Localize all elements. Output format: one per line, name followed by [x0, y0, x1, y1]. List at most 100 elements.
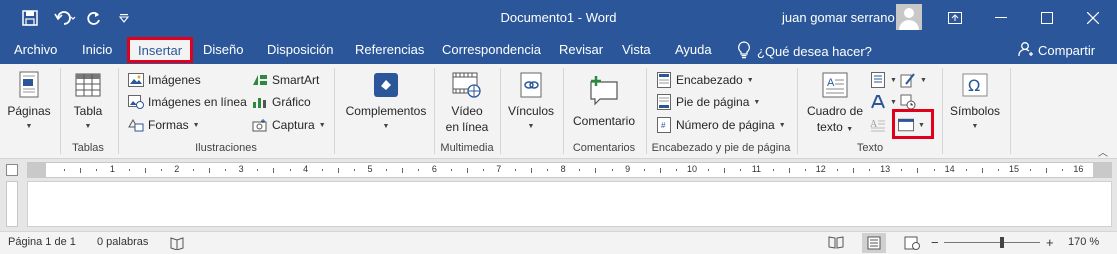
ruler-tick [128, 169, 130, 171]
word-count[interactable]: 0 palabras [97, 236, 148, 248]
video-en-linea-button[interactable]: Vídeo en línea [440, 69, 494, 135]
captura-button[interactable]: Captura ▼ [252, 115, 326, 135]
tab-diseno[interactable]: Diseño [203, 42, 243, 57]
captura-label: Captura [272, 118, 315, 132]
ruler-number: 8 [560, 164, 566, 174]
tab-archivo[interactable]: Archivo [14, 42, 57, 57]
ruler-tick [965, 169, 967, 171]
grafico-button[interactable]: Gráfico [252, 92, 311, 112]
group-separator [500, 68, 501, 154]
video-label-line1: Vídeo [451, 104, 483, 118]
horizontal-ruler[interactable]: 1 2 3 4 5 6 7 8 9 10 11 12 13 14 15 16 [27, 162, 1112, 178]
read-mode-icon[interactable] [828, 236, 844, 252]
document-page[interactable] [27, 181, 1112, 227]
encabezado-button[interactable]: Encabezado ▼ [656, 70, 754, 90]
ruler-tick [788, 167, 790, 173]
collapse-ribbon-icon[interactable]: ︿ [1098, 144, 1108, 159]
screenshot-icon [252, 117, 268, 133]
window-title: Documento1 - Word [500, 10, 617, 25]
comment-icon [588, 69, 620, 111]
drop-cap-icon: A [870, 117, 886, 133]
svg-text:Ω: Ω [968, 76, 980, 95]
chevron-down-icon: ▼ [846, 126, 854, 133]
signature-line-icon [900, 72, 916, 88]
group-label-comentarios: Comentarios [572, 142, 636, 154]
imagenes-en-linea-button[interactable]: Imágenes en línea [128, 92, 247, 112]
print-layout-icon[interactable] [862, 233, 886, 253]
formas-button[interactable]: Formas ▼ [128, 115, 200, 135]
ruler-tick [64, 169, 66, 171]
quick-parts-button[interactable]: ▼ [870, 70, 897, 90]
web-layout-icon[interactable] [904, 236, 920, 253]
comentario-button[interactable]: Comentario [568, 69, 640, 129]
complementos-label: Complementos [345, 104, 427, 118]
ruler-tick [96, 169, 98, 171]
pie-de-pagina-button[interactable]: Pie de página ▼ [656, 92, 760, 112]
online-video-icon [451, 69, 483, 101]
group-separator [434, 68, 435, 154]
cuadro-label-text: texto [816, 120, 843, 134]
ruler-tick [933, 169, 935, 171]
omega-icon: Ω [959, 69, 991, 101]
group-label-encabezado: Encabezado y pie de página [651, 142, 791, 154]
ruler-number: 1 [109, 164, 115, 174]
tell-me-box[interactable]: ¿Qué desea hacer? [737, 41, 872, 62]
tab-insertar[interactable]: Insertar [127, 37, 194, 63]
ruler-tick [273, 167, 275, 173]
tabla-button[interactable]: Tabla ▼ [66, 69, 110, 135]
vinculos-button[interactable]: Vínculos ▼ [504, 69, 558, 135]
tab-inicio[interactable]: Inicio [82, 42, 112, 57]
maximize-icon[interactable] [1024, 0, 1070, 36]
tell-me-text: ¿Qué desea hacer? [757, 44, 872, 59]
undo-icon[interactable] [52, 8, 78, 28]
redo-icon[interactable] [84, 8, 104, 28]
page-count[interactable]: Página 1 de 1 [8, 236, 76, 248]
tab-correspondencia[interactable]: Correspondencia [442, 42, 541, 57]
chevron-down-icon: ▼ [25, 123, 33, 130]
zoom-level[interactable]: 170 % [1068, 236, 1099, 248]
chevron-down-icon: ▼ [527, 123, 535, 130]
vinculos-label: Vínculos [507, 104, 555, 118]
imagenes-button[interactable]: Imágenes [128, 70, 201, 90]
customize-quick-access-icon[interactable] [114, 8, 134, 28]
tab-ayuda[interactable]: Ayuda [675, 42, 712, 57]
ruler-tick [337, 167, 339, 173]
tab-disposicion[interactable]: Disposición [267, 42, 333, 57]
zoom-in-button[interactable]: + [1046, 235, 1054, 250]
paginas-label: Páginas [7, 104, 51, 118]
zoom-out-button[interactable]: − [931, 235, 939, 250]
complementos-button[interactable]: Complementos ▼ [340, 69, 432, 135]
signature-line-button[interactable]: ▼ [900, 70, 927, 90]
zoom-slider[interactable] [944, 242, 1040, 243]
zoom-slider-thumb[interactable] [1000, 237, 1004, 248]
share-button[interactable]: Compartir [1018, 41, 1095, 60]
save-icon[interactable] [20, 8, 40, 28]
ruler-tick [482, 169, 484, 171]
picture-icon [128, 72, 144, 88]
ruler-number: 12 [815, 164, 826, 174]
ribbon-display-options-icon[interactable] [932, 0, 978, 36]
cuadro-de-texto-button[interactable]: A Cuadro de texto ▼ [804, 69, 866, 138]
smartart-button[interactable]: SmartArt [252, 70, 319, 90]
tab-selector[interactable] [6, 164, 18, 176]
tab-vista[interactable]: Vista [622, 42, 651, 57]
group-label-multimedia: Multimedia [440, 142, 494, 154]
ruler-tick [643, 169, 645, 171]
paginas-button[interactable]: Páginas ▼ [6, 69, 52, 135]
proofing-icon[interactable] [170, 236, 184, 253]
ruler-tick [869, 169, 871, 171]
tab-referencias[interactable]: Referencias [355, 42, 424, 57]
drop-cap-button[interactable]: A [870, 115, 886, 135]
minimize-icon[interactable] [978, 0, 1024, 36]
ruler-tick [981, 167, 983, 173]
svg-text:A: A [827, 77, 835, 89]
user-name[interactable]: juan gomar serrano [782, 10, 895, 25]
chevron-down-icon: ▼ [890, 98, 897, 106]
tab-revisar[interactable]: Revisar [559, 42, 603, 57]
close-icon[interactable] [1070, 0, 1116, 36]
avatar[interactable] [896, 4, 922, 30]
vertical-ruler[interactable] [6, 181, 18, 227]
simbolos-button[interactable]: Ω Símbolos ▼ [946, 69, 1004, 135]
numero-de-pagina-button[interactable]: # Número de página ▼ [656, 115, 786, 135]
chevron-down-icon: ▼ [192, 121, 200, 129]
